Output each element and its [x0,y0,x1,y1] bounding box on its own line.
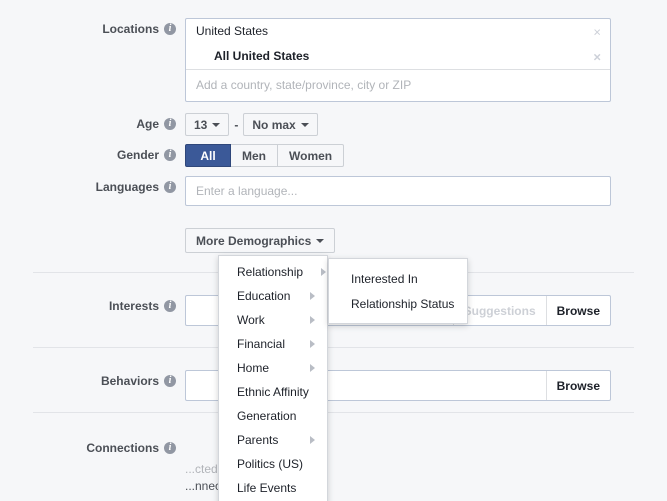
menu-item-label: Ethnic Affinity [237,385,309,399]
info-icon[interactable] [164,117,176,130]
gender-option-men[interactable]: Men [231,144,278,167]
behaviors-label: Behaviors [0,370,185,392]
location-token-label: United States [196,24,269,38]
interests-label: Interests [0,295,185,317]
section-divider [33,412,634,413]
behaviors-browse-button[interactable]: Browse [545,371,610,400]
menu-item-label: Home [237,361,270,375]
menu-item-work[interactable]: Work [219,308,327,332]
languages-field: Enter a language... [185,176,667,206]
age-min-dropdown[interactable]: 13 [185,113,230,136]
info-icon[interactable] [164,22,176,35]
menu-item-politics-us[interactable]: Politics (US) [219,452,327,476]
chevron-right-icon [321,268,327,276]
info-icon[interactable] [164,441,176,454]
menu-item-label: Life Events [237,481,297,495]
interests-label-text: Interests [108,299,159,313]
age-field: 13 - No max [185,113,667,136]
submenu-item-interested-in[interactable]: Interested In [329,266,467,291]
ad-targeting-form: Locations United States × All United Sta… [0,0,667,501]
info-icon[interactable] [164,148,176,161]
age-max-dropdown[interactable]: No max [243,113,318,136]
menu-item-relationship[interactable]: Relationship [219,260,327,284]
menu-item-label: Generation [237,409,297,423]
menu-item-ethnic-affinity[interactable]: Ethnic Affinity [219,380,327,404]
submenu-item-relationship-status[interactable]: Relationship Status [329,291,467,316]
languages-input[interactable]: Enter a language... [185,176,611,206]
gender-label-text: Gender [116,148,159,162]
locations-box: United States × All United States × Add … [185,18,611,102]
chevron-right-icon [310,316,315,324]
chevron-right-icon [310,364,315,372]
close-icon[interactable]: × [593,50,601,63]
locations-label-text: Locations [102,22,159,36]
age-label: Age [0,113,185,135]
more-demographics-field: More Demographics [185,228,667,253]
more-demographics-button[interactable]: More Demographics [185,228,336,253]
chevron-down-icon [300,122,309,127]
menu-item-label: Financial [237,337,286,351]
age-max-value: No max [252,117,296,132]
languages-label-text: Languages [95,180,159,194]
languages-label: Languages [0,176,185,198]
menu-item-financial[interactable]: Financial [219,332,327,356]
row-age: Age 13 - No max [0,113,667,136]
more-demographics-spacer [0,228,185,250]
gender-segmented-control: All Men Women [185,144,345,167]
chevron-right-icon [310,340,315,348]
row-gender: Gender All Men Women [0,144,667,167]
menu-item-education[interactable]: Education [219,284,327,308]
chevron-right-icon [310,436,315,444]
menu-item-home[interactable]: Home [219,356,327,380]
gender-option-women[interactable]: Women [278,144,345,167]
locations-label: Locations [0,18,185,40]
connections-label-text: Connections [86,441,159,455]
info-icon[interactable] [164,299,176,312]
location-token-label: All United States [214,49,310,63]
more-demographics-menu: Relationship Education Work Financial Ho… [218,255,328,501]
menu-item-parents[interactable]: Parents [219,428,327,452]
relationship-submenu: Interested In Relationship Status [328,258,468,324]
interests-browse-button[interactable]: Browse [545,296,610,325]
info-icon[interactable] [164,180,176,193]
location-token-all-us[interactable]: All United States × [186,44,610,69]
locations-field: United States × All United States × Add … [185,18,667,102]
more-demographics-label: More Demographics [196,233,312,248]
gender-field: All Men Women [185,144,667,167]
locations-search-input[interactable]: Add a country, state/province, city or Z… [186,70,610,101]
menu-item-label: Education [237,289,291,303]
menu-item-label: Relationship [237,265,304,279]
row-locations: Locations United States × All United Sta… [0,18,667,102]
connections-label: Connections [0,437,185,459]
age-range-separator: - [234,117,239,132]
row-more-demographics: More Demographics [0,228,667,253]
behaviors-label-text: Behaviors [100,374,159,388]
menu-item-label: Parents [237,433,279,447]
close-icon[interactable]: × [593,25,601,38]
row-languages: Languages Enter a language... [0,176,667,206]
gender-option-all[interactable]: All [185,144,231,167]
location-token-country[interactable]: United States × [186,19,610,44]
info-icon[interactable] [164,374,176,387]
age-min-value: 13 [194,117,208,132]
chevron-down-icon [212,122,221,127]
section-divider [33,347,634,348]
menu-item-life-events[interactable]: Life Events [219,476,327,500]
gender-label: Gender [0,144,185,166]
menu-item-generation[interactable]: Generation [219,404,327,428]
row-connections: Connections ...cted to The Quire ...nnec… [0,437,667,495]
chevron-right-icon [310,292,315,300]
menu-item-label: Politics (US) [237,457,304,471]
chevron-down-icon [316,238,325,243]
age-label-text: Age [136,117,159,131]
menu-item-label: Work [237,313,265,327]
row-behaviors: Behaviors Browse [0,370,667,401]
